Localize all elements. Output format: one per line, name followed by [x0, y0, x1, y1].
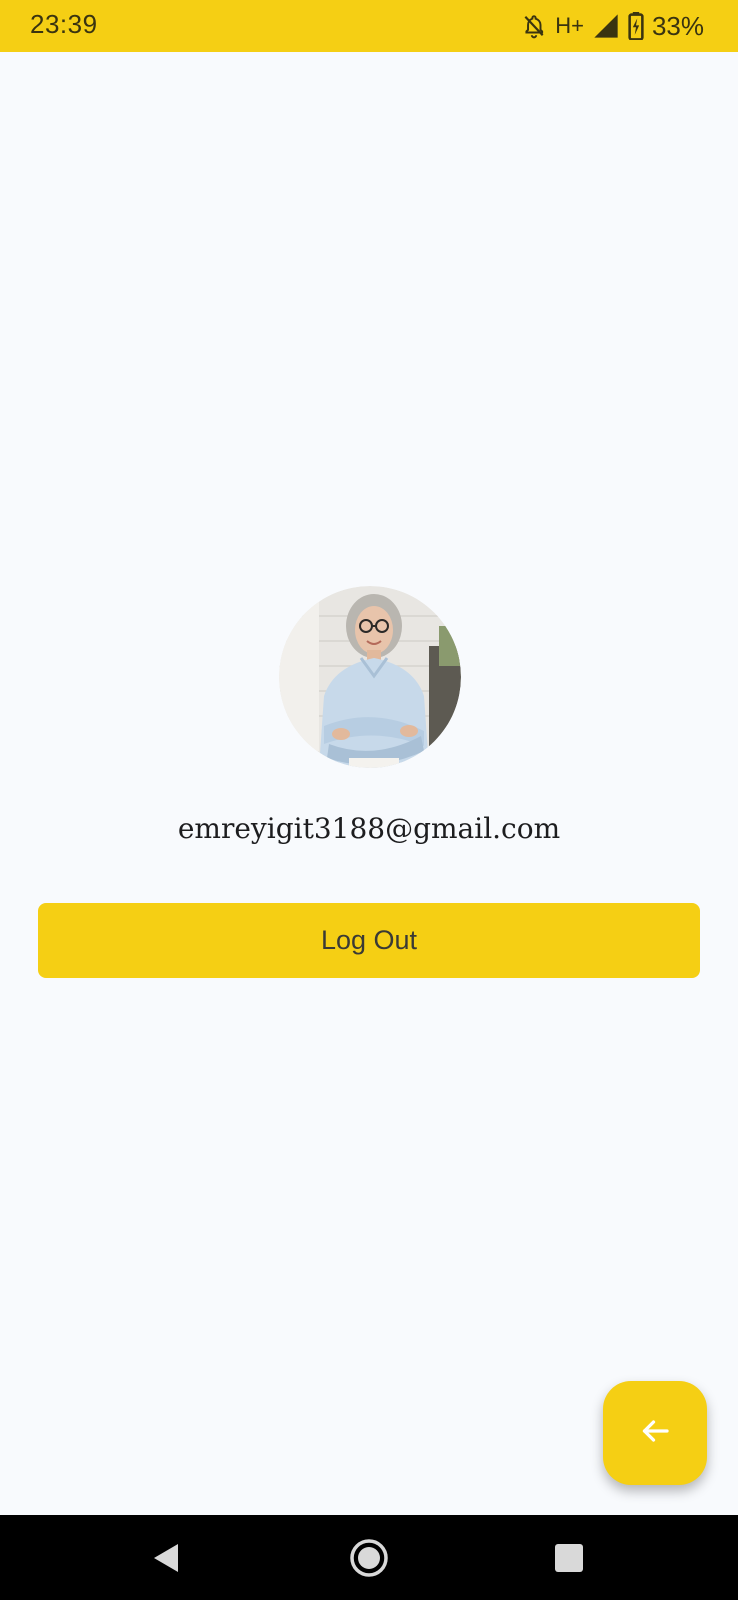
battery-percent: 33%	[651, 10, 704, 41]
status-time: 23:39	[30, 9, 98, 39]
network-type: H+	[555, 13, 584, 38]
system-nav-bar	[0, 1515, 738, 1600]
logout-button[interactable]: Log Out	[38, 903, 700, 978]
nav-home-button[interactable]	[324, 1515, 414, 1600]
logout-button-label: Log Out	[320, 925, 418, 955]
notifications-off-icon	[521, 13, 547, 39]
back-triangle-icon	[154, 1543, 178, 1572]
status-icons: H+ 33%	[513, 9, 704, 43]
nav-recents-button[interactable]	[524, 1515, 614, 1600]
profile-avatar	[279, 586, 461, 768]
arrow-back-icon	[637, 1413, 673, 1453]
profile-photo	[279, 586, 461, 768]
recents-square-icon	[555, 1543, 583, 1572]
nav-back-button[interactable]	[121, 1515, 211, 1600]
user-email: emreyigit3188@gmail.com	[177, 812, 561, 845]
status-bar: 23:39 H+ 33%	[0, 0, 738, 52]
home-circle-icon	[350, 1538, 388, 1577]
signal-icon	[592, 13, 620, 39]
battery-charging-icon	[628, 12, 644, 40]
back-fab-button[interactable]	[603, 1381, 707, 1485]
